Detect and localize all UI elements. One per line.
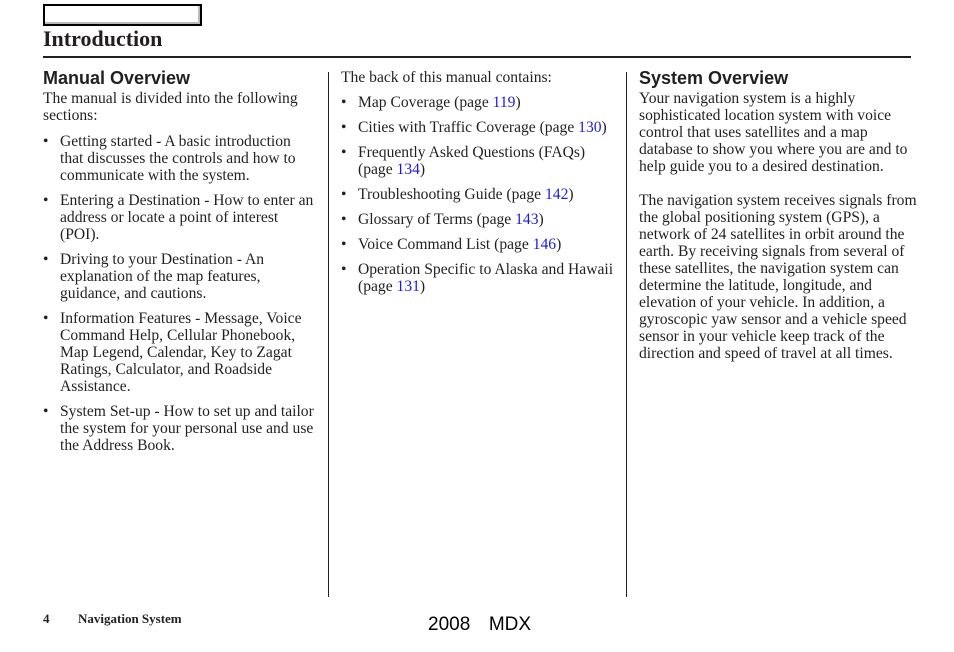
manual-sections-list: Getting started - A basic introduction t… bbox=[43, 133, 318, 454]
back-of-manual-list: Map Coverage (page 119) Cities with Traf… bbox=[341, 94, 616, 295]
manual-overview-intro: The manual is divided into the following… bbox=[43, 90, 298, 124]
item-suffix: ) bbox=[601, 119, 607, 136]
list-item: Troubleshooting Guide (page 142) bbox=[341, 186, 616, 203]
page-link-142[interactable]: 142 bbox=[545, 186, 568, 203]
list-item: Getting started - A basic introduction t… bbox=[43, 133, 318, 184]
page-link-143[interactable]: 143 bbox=[515, 211, 538, 228]
list-item: Map Coverage (page 119) bbox=[341, 94, 616, 111]
column-divider-2 bbox=[626, 72, 627, 597]
page-link-134[interactable]: 134 bbox=[397, 161, 420, 178]
system-overview-section: System Overview Your navigation system i… bbox=[639, 66, 919, 362]
page-title: Introduction bbox=[43, 26, 163, 51]
item-label: Map Coverage (page bbox=[358, 94, 493, 111]
page-link-130[interactable]: 130 bbox=[578, 119, 601, 136]
column-divider-1 bbox=[328, 72, 329, 597]
list-item: Frequently Asked Questions (FAQs) (page … bbox=[341, 144, 616, 178]
system-overview-paragraph-1: Your navigation system is a highly sophi… bbox=[639, 90, 908, 175]
back-of-manual-intro: The back of this manual contains: bbox=[341, 69, 552, 86]
section-tab-box bbox=[43, 4, 202, 26]
list-item: Operation Specific to Alaska and Hawaii … bbox=[341, 261, 616, 295]
footer-page-number: 4 bbox=[43, 611, 50, 626]
item-suffix: ) bbox=[538, 211, 544, 228]
page-link-119[interactable]: 119 bbox=[493, 94, 516, 111]
item-label: Frequently Asked Questions (FAQs) (page bbox=[358, 144, 586, 178]
system-overview-paragraph-2: The navigation system receives signals f… bbox=[639, 192, 917, 362]
item-label: Cities with Traffic Coverage (page bbox=[358, 119, 579, 136]
item-suffix: ) bbox=[419, 161, 426, 178]
list-item: Glossary of Terms (page 143) bbox=[341, 211, 616, 228]
item-label: Troubleshooting Guide (page bbox=[358, 186, 545, 203]
list-item: Driving to your Destination - An explana… bbox=[43, 251, 318, 302]
manual-overview-section: Manual Overview The manual is divided in… bbox=[43, 66, 318, 462]
item-label: Glossary of Terms (page bbox=[358, 211, 516, 228]
item-label: Voice Command List (page bbox=[358, 236, 533, 253]
item-suffix: ) bbox=[568, 186, 574, 203]
footer-section-label: Navigation System bbox=[78, 611, 182, 626]
manual-overview-heading: Manual Overview bbox=[43, 68, 191, 88]
footer-model-label: 2008 MDX bbox=[428, 614, 532, 635]
list-item: Voice Command List (page 146) bbox=[341, 236, 616, 253]
item-suffix: ) bbox=[419, 278, 426, 295]
page-link-146[interactable]: 146 bbox=[533, 236, 556, 253]
back-of-manual-section: The back of this manual contains: Map Co… bbox=[341, 69, 616, 303]
list-item: System Set-up - How to set up and tailor… bbox=[43, 403, 318, 454]
item-suffix: ) bbox=[556, 236, 562, 253]
item-suffix: ) bbox=[515, 94, 521, 111]
list-item: Cities with Traffic Coverage (page 130) bbox=[341, 119, 616, 136]
list-item: Entering a Destination - How to enter an… bbox=[43, 192, 318, 243]
system-overview-heading: System Overview bbox=[639, 68, 789, 88]
page-link-131[interactable]: 131 bbox=[397, 278, 420, 295]
title-divider bbox=[43, 56, 911, 58]
list-item: Information Features - Message, Voice Co… bbox=[43, 310, 318, 395]
